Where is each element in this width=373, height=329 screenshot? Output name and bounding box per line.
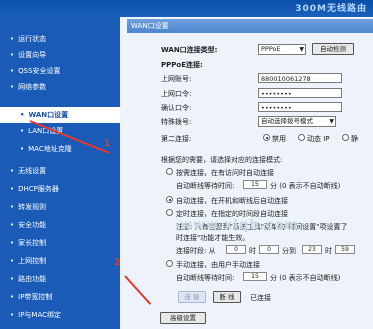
mode-manual-label: 手动连接，由用户手动连接: [176, 261, 260, 269]
password-input[interactable]: ••••••••: [258, 88, 342, 98]
mode-on-demand-radio[interactable]: [166, 168, 173, 175]
special-dial-select[interactable]: 自动选择拨号模式 ▼: [258, 116, 336, 127]
mode-timed-radio[interactable]: [166, 209, 173, 216]
period-from-label: 连接时段: 从: [176, 247, 216, 255]
second-conn-option: 静: [351, 135, 358, 143]
wan-type-select[interactable]: PPPoE ▼: [258, 44, 306, 55]
idle-time-label: 自动断线等待时间:: [176, 182, 235, 190]
mode-auto-label: 自动连接，在开机和断线后自动连接: [176, 197, 288, 205]
watermark: www.xiqb.com: [180, 218, 299, 233]
idle-time-label: 自动断线等待时间:: [176, 274, 235, 282]
sidebar-item-lan[interactable]: • LAN口设置: [0, 123, 120, 139]
connection-status: 已连接: [250, 294, 271, 302]
wan-type-label: WAN口连接类型:: [161, 46, 218, 54]
sidebar-item-label: IP带宽控制: [18, 293, 53, 301]
mode-on-demand-label: 按需连接，在有访问时自动连接: [176, 169, 274, 177]
mode-manual-radio[interactable]: [166, 260, 173, 267]
mode-auto-radio[interactable]: [166, 196, 173, 203]
chevron-down-icon: ▼: [329, 118, 334, 125]
password-label: 上网口令:: [161, 90, 192, 98]
auto-detect-button[interactable]: 自动检测: [312, 43, 354, 55]
sidebar-item-label: 运行状态: [18, 35, 47, 43]
sidebar-item-wan[interactable]: • WAN口设置: [0, 107, 120, 123]
sidebar-item-routing[interactable]: • 路由功能: [0, 271, 120, 287]
second-conn-dynamic-radio[interactable]: [298, 134, 305, 141]
sidebar-item-wizard[interactable]: • 设置向导: [0, 47, 120, 63]
hour-label: 时: [325, 247, 332, 255]
second-conn-option: 动态 IP: [307, 135, 330, 143]
disconnect-button[interactable]: 断 线: [213, 291, 241, 303]
sidebar-item-forwarding[interactable]: • 转发规则: [0, 199, 120, 215]
special-dial-label: 特殊拨号:: [161, 118, 192, 126]
account-input[interactable]: 880010061278: [258, 73, 342, 83]
period-from-hour-input[interactable]: 0: [226, 245, 246, 254]
second-conn-label: 第二连接:: [161, 135, 192, 143]
hour-label: 时: [249, 247, 256, 255]
annotation-number-1: 1: [104, 139, 111, 149]
sidebar-item-label: 上网控制: [18, 257, 47, 265]
wan-type-value: PPPoE: [261, 45, 281, 53]
brand-logo: 300M无线路由: [295, 4, 367, 14]
second-conn-option: 禁用: [272, 135, 286, 143]
sidebar-item-label: 转发规则: [18, 203, 47, 211]
sidebar-item-dhcp[interactable]: • DHCP服务器: [0, 181, 120, 197]
idle-time-input[interactable]: 15: [243, 272, 267, 281]
idle-time-input[interactable]: 15: [243, 180, 267, 189]
advanced-settings-button[interactable]: 高级设置: [160, 312, 206, 324]
sidebar-item-label: 无线设置: [18, 167, 47, 175]
idle-time-unit: 分 (0 表示不自动断线): [270, 182, 341, 190]
header-bar: 300M无线路由: [0, 0, 373, 17]
sidebar-item-bandwidth[interactable]: • IP带宽控制: [0, 289, 120, 305]
second-conn-disabled-radio[interactable]: [263, 134, 270, 141]
sidebar-item-wireless[interactable]: • 无线设置: [0, 163, 120, 179]
sidebar-item-label: DHCP服务器: [18, 185, 59, 193]
second-conn-static-radio[interactable]: [342, 134, 349, 141]
special-dial-value: 自动选择拨号模式: [261, 117, 313, 125]
confirm-password-label: 确认口令:: [161, 104, 192, 112]
sidebar-item-label: 设置向导: [18, 51, 47, 59]
sidebar-item-label: 网络参数: [18, 83, 47, 91]
chevron-down-icon: ▼: [299, 46, 304, 53]
sidebar: • 运行状态 • 设置向导 • QSS安全设置 • 网络参数 • WAN口设置 • LAN口…: [0, 17, 120, 329]
sidebar-item-network[interactable]: • 网络参数: [0, 79, 120, 95]
period-from-minute-input[interactable]: 0: [259, 245, 279, 254]
confirm-password-input[interactable]: ••••••••: [258, 102, 342, 112]
connect-button[interactable]: 连 接: [178, 291, 206, 303]
sidebar-item-security[interactable]: • 安全功能: [0, 217, 120, 233]
sidebar-item-ip-mac[interactable]: • IP与MAC绑定: [0, 307, 120, 323]
sidebar-item-label: MAC地址克隆: [28, 145, 72, 153]
timed-note: 时连接"功能才能生效。: [176, 234, 250, 242]
mode-intro: 根据您的需要，请选择对应的连接模式:: [161, 156, 283, 164]
sidebar-item-label: 路由功能: [18, 275, 47, 283]
sidebar-item-label: WAN口设置: [28, 111, 69, 119]
sidebar-item-access-control[interactable]: • 上网控制: [0, 253, 120, 269]
sidebar-item-qss[interactable]: • QSS安全设置: [0, 63, 120, 79]
sidebar-item-parental[interactable]: • 家长控制: [0, 235, 120, 251]
sidebar-item-label: 家长控制: [18, 239, 47, 247]
pppoe-heading: PPPoE连接:: [161, 61, 203, 69]
sidebar-item-label: 安全功能: [18, 221, 47, 229]
sidebar-item-status[interactable]: • 运行状态: [0, 31, 120, 47]
period-to-hour-input[interactable]: 23: [302, 245, 322, 254]
sidebar-item-label: QSS安全设置: [18, 67, 61, 75]
minute-to-label: 分到: [282, 247, 296, 255]
period-to-minute-input[interactable]: 59: [335, 245, 355, 254]
annotation-number-2: 2: [114, 258, 121, 268]
panel-title: WAN口设置: [127, 19, 373, 33]
sidebar-item-label: IP与MAC绑定: [18, 311, 62, 319]
account-label: 上网账号:: [161, 75, 192, 83]
idle-time-unit: 分 (0 表示不自动断线): [270, 274, 341, 282]
